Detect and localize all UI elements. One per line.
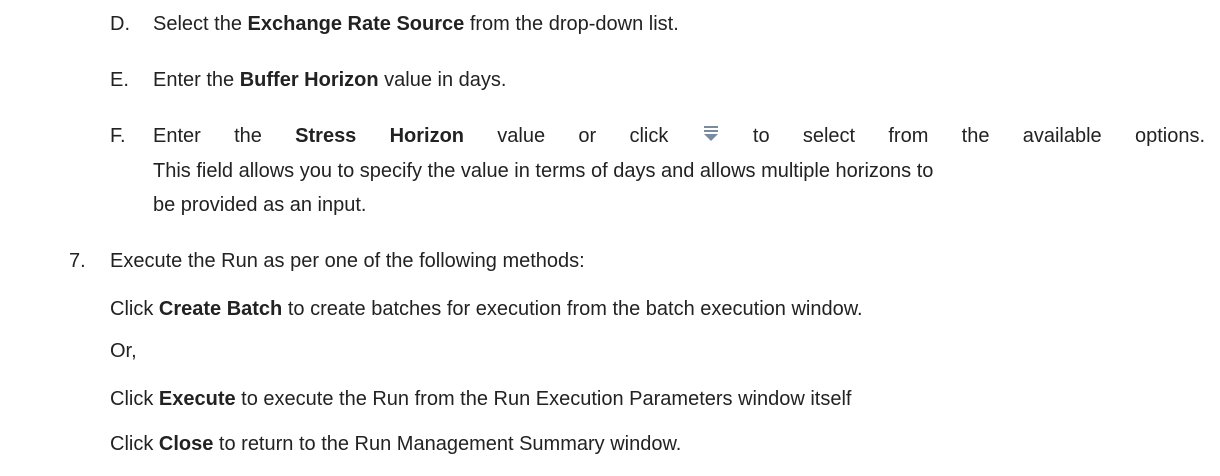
step-e-letter: E. bbox=[110, 69, 129, 91]
list-dropdown-icon bbox=[703, 124, 718, 141]
step-f-letter: F. bbox=[110, 125, 126, 147]
step-d-letter: D. bbox=[110, 13, 130, 35]
step-e-text: Enter the Buffer Horizon value in days. bbox=[153, 69, 507, 91]
execute-line: Click Execute to execute the Run from th… bbox=[110, 388, 852, 410]
step-f-line3: be provided as an input. bbox=[153, 194, 367, 216]
step-d-text: Select the Exchange Rate Source from the… bbox=[153, 13, 679, 35]
step-7-text: Execute the Run as per one of the follow… bbox=[110, 250, 585, 272]
close-line: Click Close to return to the Run Managem… bbox=[110, 433, 682, 455]
step-f-line2: This field allows you to specify the val… bbox=[153, 160, 934, 182]
create-batch-term: Create Batch bbox=[158, 298, 283, 320]
execute-term: Execute bbox=[158, 388, 236, 410]
step-7-number: 7. bbox=[69, 250, 86, 272]
buffer-horizon-term: Buffer Horizon bbox=[239, 69, 379, 91]
create-batch-line: Click Create Batch to create batches for… bbox=[110, 298, 863, 320]
step-f-line1: Enter the Stress Horizon value or click … bbox=[153, 124, 1205, 147]
exchange-rate-source-term: Exchange Rate Source bbox=[247, 13, 465, 35]
stress-horizon-term: Stress Horizon bbox=[295, 125, 465, 147]
or-line: Or, bbox=[110, 340, 137, 362]
close-term: Close bbox=[158, 433, 214, 455]
